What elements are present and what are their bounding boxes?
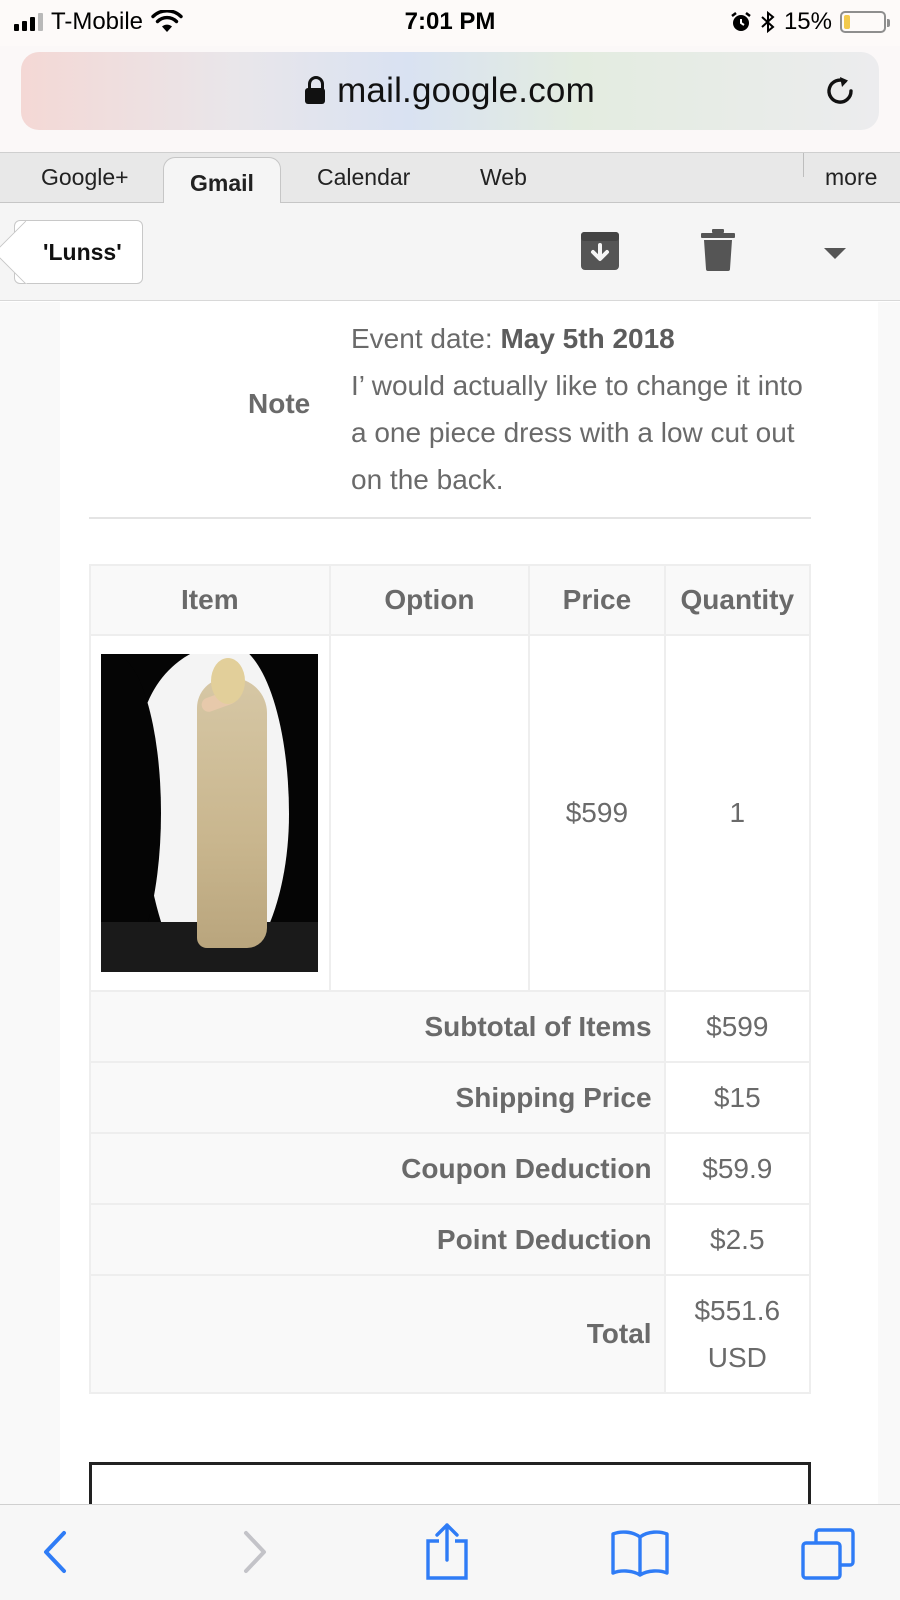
mail-toolbar: 'Lunss' bbox=[0, 203, 900, 301]
note-text: Event date: May 5th 2018 I’ would actual… bbox=[351, 315, 811, 503]
event-date-prefix: Event date: bbox=[351, 323, 501, 354]
battery-percent: 15% bbox=[783, 8, 832, 35]
option-cell bbox=[328, 634, 531, 992]
header-item: Item bbox=[89, 564, 331, 636]
tab-web[interactable]: Web bbox=[480, 164, 527, 191]
product-image[interactable] bbox=[101, 654, 318, 972]
alarm-icon bbox=[731, 12, 751, 31]
total-label: Total bbox=[89, 1274, 666, 1394]
bluetooth-icon bbox=[761, 10, 775, 34]
shipping-label: Shipping Price bbox=[89, 1061, 666, 1134]
price-cell: $599 bbox=[528, 634, 666, 992]
back-button-label: 'Lunss' bbox=[43, 238, 122, 265]
item-cell bbox=[89, 634, 331, 992]
header-price: Price bbox=[528, 564, 666, 636]
header-option: Option bbox=[328, 564, 531, 636]
note-message: I’ would actually like to change it into… bbox=[351, 370, 803, 495]
status-bar: T-Mobile 7:01 PM 15% bbox=[0, 0, 900, 46]
summary-row: Shipping Price $15 bbox=[89, 1061, 812, 1134]
coupon-label: Coupon Deduction bbox=[89, 1132, 666, 1205]
tab-gmail[interactable]: Gmail bbox=[163, 157, 281, 205]
subtotal-label: Subtotal of Items bbox=[89, 990, 666, 1063]
safari-toolbar bbox=[0, 1504, 900, 1600]
note-row: Note Event date: May 5th 2018 I’ would a… bbox=[89, 302, 811, 519]
quantity-cell: 1 bbox=[663, 634, 812, 992]
email-body: Note Event date: May 5th 2018 I’ would a… bbox=[0, 302, 900, 1504]
back-arrow-icon[interactable] bbox=[40, 1527, 70, 1577]
table-header-row: Item Option Price Quantity bbox=[89, 564, 812, 636]
note-label: Note bbox=[248, 388, 311, 419]
google-apps-tabs: Google+ Gmail Calendar Web more bbox=[0, 152, 900, 205]
trash-icon[interactable] bbox=[701, 229, 735, 271]
coupon-value: $59.9 bbox=[663, 1132, 812, 1205]
browser-address-area: mail.google.com bbox=[0, 46, 900, 152]
archive-icon[interactable] bbox=[580, 231, 620, 271]
shipping-value: $15 bbox=[663, 1061, 812, 1134]
summary-row: Point Deduction $2.5 bbox=[89, 1203, 812, 1276]
tabs-icon[interactable] bbox=[800, 1527, 856, 1581]
address-bar[interactable]: mail.google.com bbox=[21, 52, 879, 130]
event-date: May 5th 2018 bbox=[500, 323, 675, 354]
point-value: $2.5 bbox=[663, 1203, 812, 1276]
caret-down-icon[interactable] bbox=[824, 248, 846, 259]
forward-arrow-icon[interactable] bbox=[240, 1527, 270, 1577]
subtotal-value: $599 bbox=[663, 990, 812, 1063]
next-section-box bbox=[89, 1462, 811, 1504]
reload-icon[interactable] bbox=[823, 74, 857, 108]
battery-icon bbox=[840, 11, 890, 33]
summary-row: Subtotal of Items $599 bbox=[89, 990, 812, 1063]
share-icon[interactable] bbox=[424, 1521, 470, 1581]
total-currency: USD bbox=[707, 1342, 767, 1373]
table-row: $599 1 bbox=[89, 634, 812, 992]
tab-google-plus[interactable]: Google+ bbox=[41, 164, 129, 191]
tab-calendar[interactable]: Calendar bbox=[317, 164, 410, 191]
total-value: $551.6 USD bbox=[663, 1274, 812, 1394]
point-label: Point Deduction bbox=[89, 1203, 666, 1276]
total-row: Total $551.6 USD bbox=[89, 1274, 812, 1394]
tab-more[interactable]: more bbox=[825, 164, 877, 191]
lock-icon bbox=[305, 76, 326, 106]
url-text[interactable]: mail.google.com bbox=[337, 71, 595, 111]
header-quantity: Quantity bbox=[663, 564, 812, 636]
bookmarks-icon[interactable] bbox=[610, 1529, 670, 1577]
back-to-label-button[interactable]: 'Lunss' bbox=[14, 220, 143, 284]
total-amount: $551.6 bbox=[694, 1295, 781, 1326]
order-card: Note Event date: May 5th 2018 I’ would a… bbox=[60, 302, 878, 1504]
summary-row: Coupon Deduction $59.9 bbox=[89, 1132, 812, 1205]
order-table: Item Option Price Quantity $599 1 Subtot… bbox=[89, 564, 812, 1394]
tab-separator bbox=[803, 153, 804, 177]
